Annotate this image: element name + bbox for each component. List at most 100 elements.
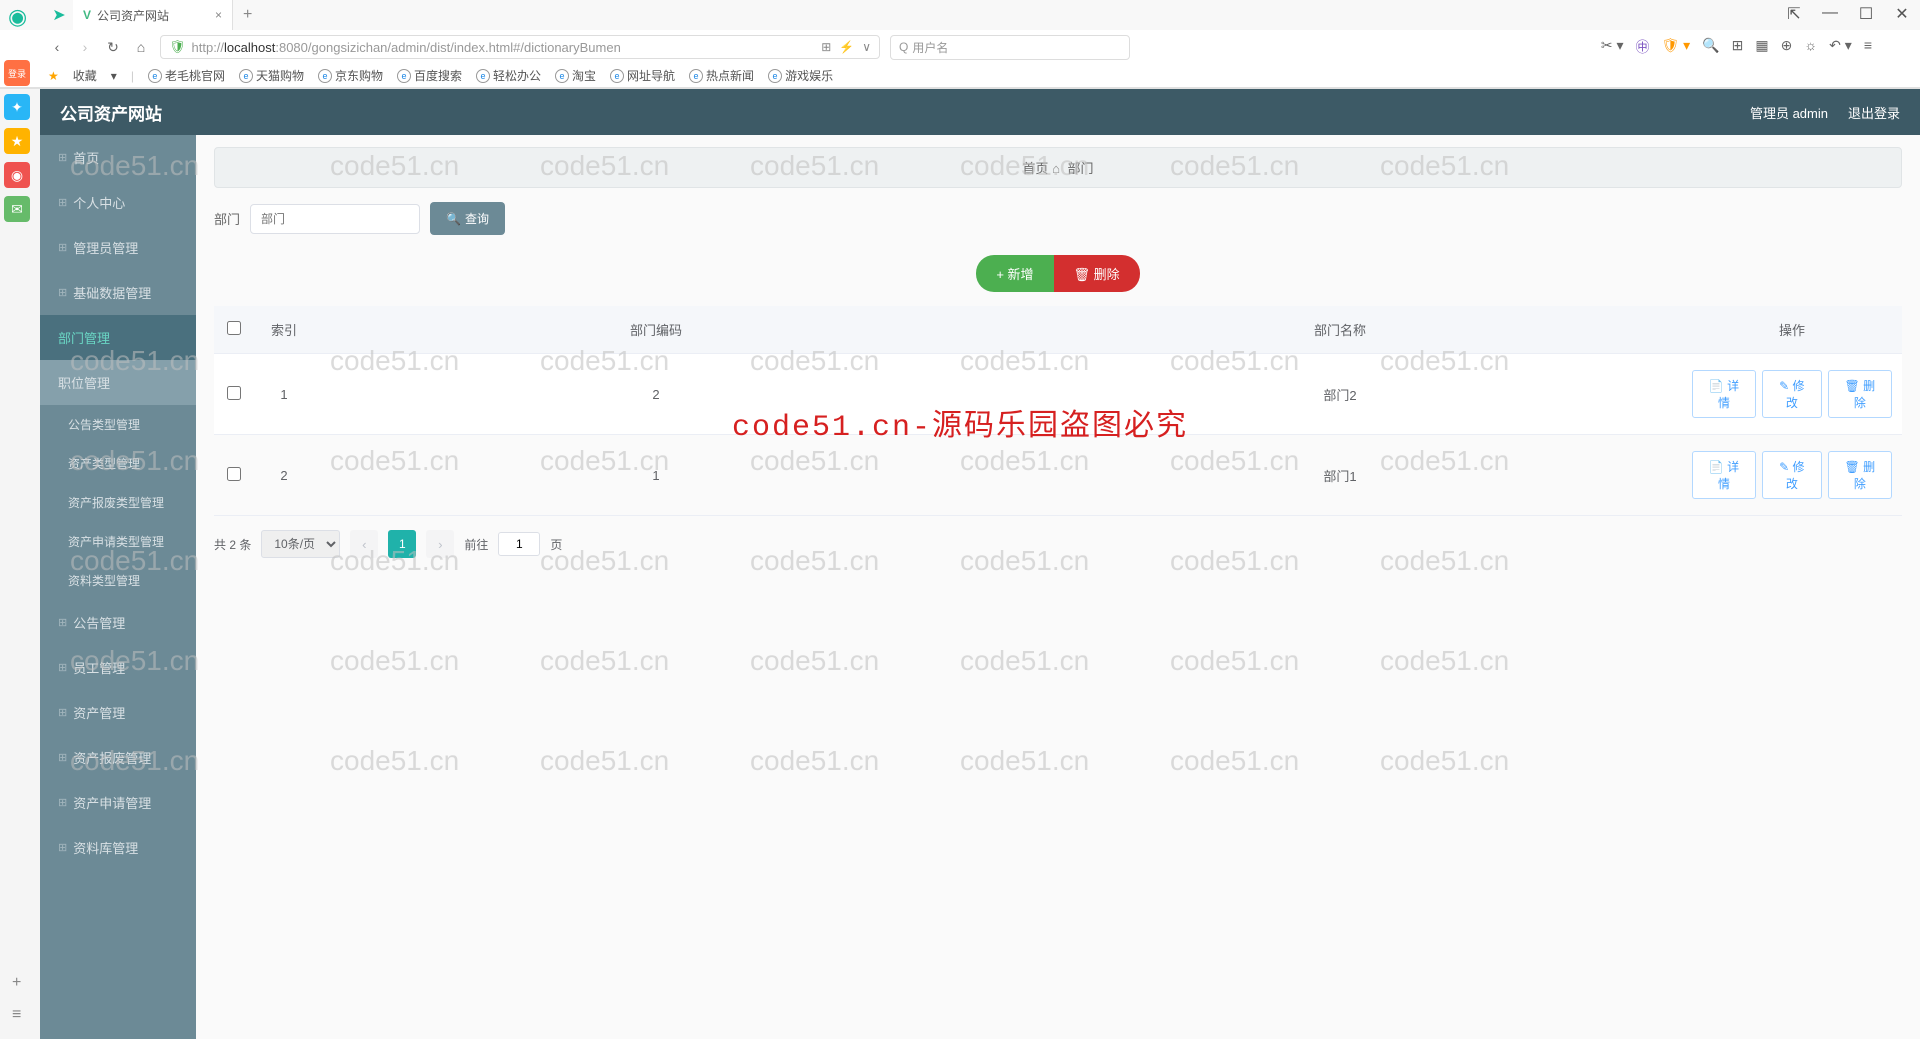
magnifier-icon: 🔍	[446, 212, 461, 226]
close-window-icon[interactable]: ✕	[1892, 4, 1912, 24]
delete-button[interactable]: 🗑 删除	[1054, 255, 1140, 292]
bookmark-item[interactable]: e热点新闻	[689, 67, 754, 84]
minimize-icon[interactable]: —	[1820, 4, 1840, 24]
app-header: 公司资产网站 管理员 admin 退出登录	[40, 89, 1920, 135]
sidebar: ⊞首页 ⊞个人中心 ⊞管理员管理 ⊞基础数据管理 部门管理 职位管理 公告类型管…	[40, 135, 196, 1039]
shield2-icon[interactable]: 🛡 ▾	[1661, 37, 1690, 57]
qr-icon[interactable]: ⊞	[821, 40, 831, 54]
edit-button[interactable]: ✎ 修改	[1762, 451, 1822, 499]
row-delete-button[interactable]: 🗑 删除	[1828, 451, 1892, 499]
sidebar-item-apply-type[interactable]: 资产申请类型管理	[40, 522, 196, 561]
sidebar-item-scrap-type[interactable]: 资产报废类型管理	[40, 483, 196, 522]
table-row: 2 1 部门1 📄 详情 ✎ 修改 🗑 删除	[214, 435, 1902, 516]
sun-icon[interactable]: ☼	[1804, 37, 1817, 57]
sidebar-item-docs[interactable]: ⊞资料库管理	[40, 825, 196, 870]
list-sidebar-icon[interactable]: ≡	[12, 1006, 21, 1024]
sidebar-item-apply[interactable]: ⊞资产申请管理	[40, 780, 196, 825]
paper-plane-icon[interactable]: ➤	[45, 5, 73, 25]
flash-icon[interactable]: ⚡	[839, 40, 854, 54]
bookmark-item[interactable]: e淘宝	[555, 67, 596, 84]
maximize-icon[interactable]: ☐	[1856, 4, 1876, 24]
sidebar-item-notice[interactable]: ⊞公告管理	[40, 600, 196, 645]
search-input[interactable]	[250, 204, 420, 234]
cell-code: 2	[314, 354, 998, 435]
sidebar-item-personal[interactable]: ⊞个人中心	[40, 180, 196, 225]
sidebar-item-asset[interactable]: ⊞资产管理	[40, 690, 196, 735]
bookmark-item[interactable]: e网址导航	[610, 67, 675, 84]
puzzle-icon[interactable]: ⊞	[1732, 37, 1744, 57]
sidebar-item-basedata[interactable]: ⊞基础数据管理	[40, 270, 196, 315]
bookmark-item[interactable]: e轻松办公	[476, 67, 541, 84]
bookmark-bar: ★ 收藏 ▾ | e老毛桃官网 e天猫购物 e京东购物 e百度搜索 e轻松办公 …	[0, 64, 1920, 88]
cell-name: 部门2	[998, 354, 1682, 435]
apps-icon[interactable]: ▦	[1755, 37, 1768, 57]
bookmark-item[interactable]: e老毛桃官网	[148, 67, 225, 84]
dock-login-icon[interactable]: 登录	[4, 60, 30, 86]
current-user[interactable]: 管理员 admin	[1750, 103, 1828, 122]
next-page-button[interactable]: ›	[426, 530, 454, 558]
tab-bar: ➤ V 公司资产网站 × + ⇱ — ☐ ✕	[0, 0, 1920, 30]
edit-button[interactable]: ✎ 修改	[1762, 370, 1822, 418]
page-number[interactable]: 1	[388, 530, 416, 558]
browser-search[interactable]: Q 用户名	[890, 35, 1130, 60]
chevron-down-icon[interactable]: ∨	[862, 40, 871, 54]
browser-logo-icon: ◉	[8, 4, 34, 30]
content-area: 首页 ⌂ 部门 部门 🔍查询 + 新增 🗑 删除 索引 部门编码 部门名称 操作	[196, 135, 1920, 1039]
back-icon[interactable]: ‹	[48, 39, 66, 55]
bookmark-item[interactable]: e游戏娱乐	[768, 67, 833, 84]
cell-index: 2	[254, 435, 314, 516]
add-sidebar-icon[interactable]: +	[12, 974, 21, 992]
translate-icon[interactable]: ㊥	[1635, 37, 1649, 57]
sidebar-item-asset-type[interactable]: 资产类型管理	[40, 444, 196, 483]
tab-close-icon[interactable]: ×	[215, 8, 222, 22]
bookmark-item[interactable]: e百度搜索	[397, 67, 462, 84]
app-title: 公司资产网站	[60, 100, 162, 125]
tab-title: 公司资产网站	[97, 7, 169, 24]
col-name: 部门名称	[998, 306, 1682, 354]
bookmark-item[interactable]: e京东购物	[318, 67, 383, 84]
address-bar[interactable]: 🛡 http://localhost:8080/gongsizichan/adm…	[160, 35, 880, 59]
prev-page-button[interactable]: ‹	[350, 530, 378, 558]
breadcrumb: 首页 ⌂ 部门	[214, 147, 1902, 188]
globe-icon[interactable]: ⊕	[1781, 37, 1793, 57]
sidebar-item-doc-type[interactable]: 资料类型管理	[40, 561, 196, 600]
shield-icon: 🛡	[169, 39, 186, 55]
bookmark-item[interactable]: e天猫购物	[239, 67, 304, 84]
page-size-select[interactable]: 10条/页	[261, 530, 340, 558]
pin-icon[interactable]: ⇱	[1784, 4, 1804, 24]
sidebar-item-notice-type[interactable]: 公告类型管理	[40, 405, 196, 444]
sidebar-item-scrap[interactable]: ⊞资产报废管理	[40, 735, 196, 780]
row-checkbox[interactable]	[227, 386, 241, 400]
dock-mail-icon[interactable]: ✉	[4, 196, 30, 222]
home-icon[interactable]: ⌂	[132, 39, 150, 55]
search-button[interactable]: 🔍查询	[430, 202, 505, 235]
detail-button[interactable]: 📄 详情	[1692, 451, 1756, 499]
row-delete-button[interactable]: 🗑 删除	[1828, 370, 1892, 418]
select-all-checkbox[interactable]	[227, 321, 241, 335]
sidebar-item-staff[interactable]: ⊞员工管理	[40, 645, 196, 690]
new-tab-button[interactable]: +	[233, 6, 262, 24]
dock-star-icon[interactable]: ★	[4, 128, 30, 154]
detail-button[interactable]: 📄 详情	[1692, 370, 1756, 418]
search-icon: Q	[899, 40, 908, 54]
sidebar-item-home[interactable]: ⊞首页	[40, 135, 196, 180]
reload-icon[interactable]: ↻	[104, 39, 122, 56]
dock-app1-icon[interactable]: ✦	[4, 94, 30, 120]
goto-page-input[interactable]	[498, 532, 540, 556]
restore-icon[interactable]: ↶ ▾	[1829, 37, 1852, 57]
logout-link[interactable]: 退出登录	[1848, 103, 1900, 122]
dock-weibo-icon[interactable]: ◉	[4, 162, 30, 188]
menu-icon[interactable]: ≡	[1864, 37, 1872, 57]
cell-code: 1	[314, 435, 998, 516]
row-checkbox[interactable]	[227, 467, 241, 481]
zoom-icon[interactable]: 🔍	[1702, 37, 1719, 57]
sidebar-item-department[interactable]: 部门管理	[40, 315, 196, 360]
col-index: 索引	[254, 306, 314, 354]
sidebar-item-admin[interactable]: ⊞管理员管理	[40, 225, 196, 270]
forward-icon[interactable]: ›	[76, 39, 94, 55]
scissors-icon[interactable]: ✂ ▾	[1601, 37, 1624, 57]
add-button[interactable]: + 新增	[976, 255, 1053, 292]
browser-tab[interactable]: V 公司资产网站 ×	[73, 0, 233, 30]
sidebar-item-position[interactable]: 职位管理	[40, 360, 196, 405]
home-small-icon: ⌂	[1052, 161, 1060, 176]
